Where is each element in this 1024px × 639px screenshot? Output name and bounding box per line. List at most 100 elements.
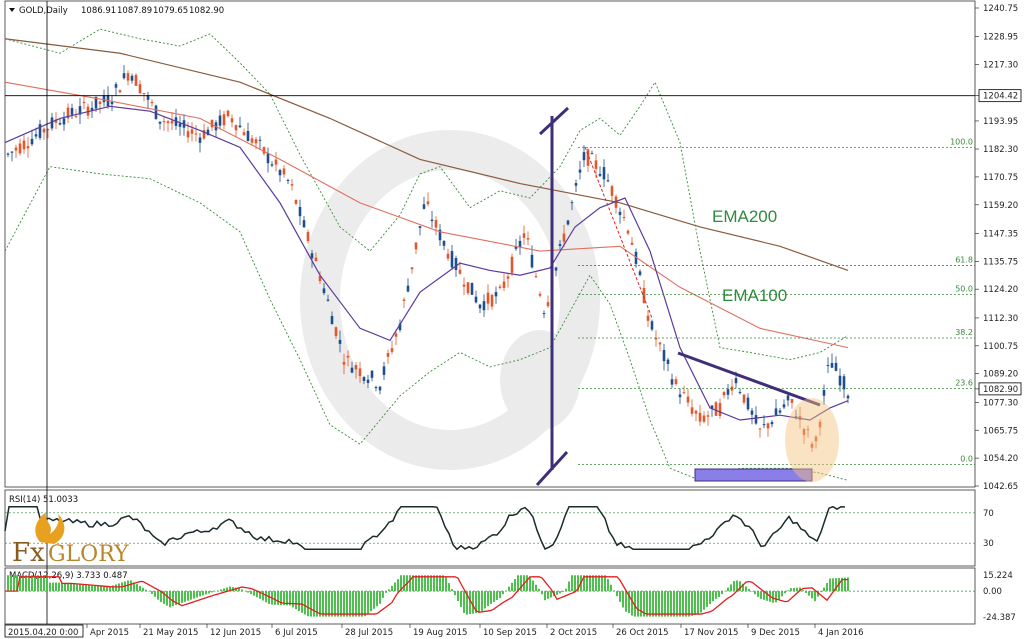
candle-body bbox=[254, 139, 258, 144]
candle-body bbox=[366, 379, 370, 384]
price-tick-label: 1147.35 bbox=[983, 229, 1018, 239]
candle-body bbox=[702, 415, 706, 422]
candle-body bbox=[638, 271, 642, 275]
candle-body bbox=[374, 387, 378, 389]
candle-body bbox=[302, 220, 306, 228]
candle-body bbox=[62, 118, 66, 125]
candle-body bbox=[662, 350, 666, 362]
candle-body bbox=[18, 143, 22, 154]
candle-body bbox=[838, 375, 842, 386]
price-tick-label: 1054.20 bbox=[983, 454, 1018, 464]
date-label: 9 Dec 2015 bbox=[751, 628, 800, 638]
candle-body bbox=[706, 415, 710, 417]
candle-body bbox=[22, 140, 26, 150]
rsi-level-label: 30 bbox=[983, 539, 994, 549]
candle-body bbox=[542, 313, 546, 315]
candle-body bbox=[222, 114, 226, 126]
candle-body bbox=[234, 125, 238, 131]
candle-body bbox=[478, 304, 482, 309]
candle-body bbox=[790, 398, 794, 403]
candle-body bbox=[150, 101, 154, 104]
candle-body bbox=[382, 366, 386, 375]
price-tick-label: 1193.95 bbox=[983, 117, 1018, 127]
price-tick-label: 1100.75 bbox=[983, 342, 1018, 352]
candle-body bbox=[562, 233, 566, 242]
candle-body bbox=[474, 296, 478, 303]
candle-body bbox=[250, 138, 254, 143]
date-label: 10 Sep 2015 bbox=[483, 628, 537, 638]
gold-daily-chart: 100.0 61.8 50.0 38.2 23.6 0.0 1240.75 1228.95 1… bbox=[4, 0, 1022, 638]
candle-body bbox=[154, 105, 158, 120]
low-value: 1079.65 bbox=[153, 6, 188, 16]
candle-body bbox=[826, 365, 830, 367]
fib-label: 50.0 bbox=[955, 285, 973, 294]
candle-body bbox=[450, 251, 454, 268]
candle-body bbox=[454, 258, 458, 270]
candle-body bbox=[494, 292, 498, 297]
candle-body bbox=[534, 276, 538, 278]
candle-body bbox=[758, 428, 762, 430]
svg-text:Fx: Fx bbox=[12, 538, 45, 568]
candle-body bbox=[354, 365, 358, 370]
price-tick-label: 1170.75 bbox=[983, 173, 1018, 183]
candle-body bbox=[830, 363, 834, 368]
candle-body bbox=[698, 412, 702, 422]
candle-body bbox=[362, 377, 366, 382]
candle-body bbox=[266, 153, 270, 164]
candle-body bbox=[754, 415, 758, 424]
candle-body bbox=[742, 394, 746, 403]
candle-body bbox=[126, 73, 130, 81]
candle-body bbox=[778, 410, 782, 413]
fib-label: 0.0 bbox=[960, 455, 973, 464]
candle-body bbox=[322, 288, 326, 294]
candle-body bbox=[110, 102, 114, 105]
candle-body bbox=[602, 167, 606, 180]
candle-body bbox=[506, 276, 510, 279]
candle-body bbox=[82, 101, 86, 104]
candle-body bbox=[230, 118, 234, 123]
open-value: 1086.91 bbox=[81, 6, 116, 16]
chart-header: GOLD,Daily 1086.91 1087.89 1079.65 1082.… bbox=[9, 6, 224, 16]
candle-body bbox=[98, 101, 102, 104]
fib-label: 23.6 bbox=[955, 379, 973, 388]
candle-body bbox=[14, 147, 18, 151]
candle-body bbox=[330, 315, 334, 325]
candle-body bbox=[786, 395, 790, 401]
candle-body bbox=[134, 74, 138, 86]
candle-body bbox=[6, 153, 10, 155]
date-label: 17 Nov 2015 bbox=[684, 628, 738, 638]
candle-body bbox=[338, 339, 342, 344]
price-tick-label: 1112.30 bbox=[983, 314, 1018, 324]
candle-body bbox=[722, 391, 726, 396]
price-tick-label: 1124.20 bbox=[983, 285, 1018, 295]
candle-body bbox=[846, 395, 850, 399]
candle-body bbox=[390, 348, 394, 352]
candle-body bbox=[418, 226, 422, 228]
candle-body bbox=[70, 108, 74, 115]
candle-body bbox=[158, 121, 162, 124]
macd-tick-label: 0.00 bbox=[983, 587, 1002, 597]
candle-body bbox=[130, 75, 134, 81]
candle-body bbox=[510, 256, 514, 273]
candle-body bbox=[178, 123, 182, 127]
candle-body bbox=[122, 73, 126, 79]
candle-body bbox=[198, 137, 202, 143]
candle-body bbox=[434, 219, 438, 228]
candle-body bbox=[446, 253, 450, 259]
date-label: 4 Jan 2016 bbox=[818, 628, 864, 638]
candle-body bbox=[470, 282, 474, 295]
price-tick-label: 1182.30 bbox=[983, 145, 1018, 155]
fib-label: 100.0 bbox=[950, 137, 973, 146]
candle-body bbox=[358, 368, 362, 377]
high-value: 1087.89 bbox=[117, 6, 152, 16]
fib-label: 61.8 bbox=[955, 256, 973, 265]
candle-body bbox=[378, 386, 382, 391]
date-label: 21 May 2015 bbox=[143, 628, 198, 638]
candle-body bbox=[186, 131, 190, 138]
candle-body bbox=[578, 169, 582, 173]
rsi-label: RSI(14) 51.0033 bbox=[9, 495, 78, 505]
candle-body bbox=[626, 230, 630, 234]
candle-body bbox=[458, 269, 462, 274]
candle-body bbox=[522, 233, 526, 238]
svg-text:GLORY: GLORY bbox=[48, 542, 129, 567]
